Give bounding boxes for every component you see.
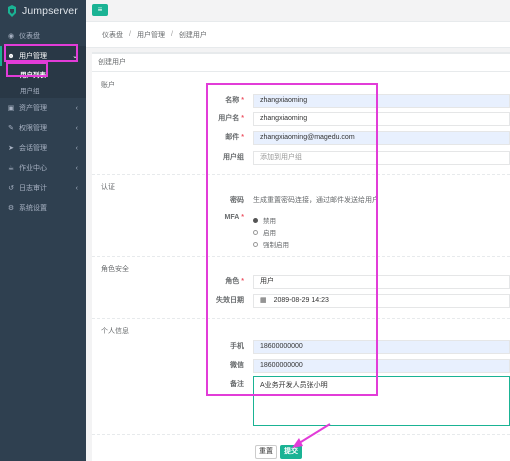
sidebar-item-sessions[interactable]: ➤ 会话管理 ‹ — [0, 138, 86, 158]
radio-dot — [253, 217, 258, 223]
chevron-left-icon: ‹ — [75, 144, 78, 152]
submit-button[interactable]: 提交 — [280, 445, 302, 459]
section-title-account: 账户 — [101, 82, 115, 89]
user-group-select[interactable]: 添加到用户组 — [253, 151, 510, 165]
sidebar-item-assets[interactable]: ▣ 资产管理 ‹ — [0, 98, 86, 118]
sidebar-item-dashboard[interactable]: ◉ 仪表盘 — [0, 26, 86, 46]
app-name: Jumpserver — [22, 5, 78, 17]
breadcrumb-item-dashboard[interactable]: 仪表盘 — [102, 30, 123, 40]
gears-icon: ⚙ — [7, 205, 15, 212]
sidebar-item-label: 用户管理 — [19, 53, 47, 60]
sidebar-item-label: 日志审计 — [19, 185, 47, 192]
breadcrumb-item-users[interactable]: 用户管理 — [137, 30, 165, 40]
wechat-row: 微信 18600000000 — [92, 359, 510, 373]
history-icon: ↺ — [8, 185, 14, 192]
chevron-left-icon: ‹ — [75, 184, 78, 192]
sidebar: Jumpserver ◉ 仪表盘 ☻ 用户管理 ⌄ 用户列表 用户组 ▣ 资产管… — [0, 0, 86, 461]
breadcrumb-separator: / — [170, 31, 173, 38]
sidebar-item-audit[interactable]: ↺ 日志审计 ‹ — [0, 178, 86, 198]
comment-textarea[interactable]: A业务开发人员张小明 — [253, 376, 510, 426]
phone-input[interactable]: 18600000000 — [253, 340, 510, 354]
sidebar-item-jobs[interactable]: ☕ 作业中心 ‹ — [0, 158, 86, 178]
password-row: 密码 生成重置密码连接，通过邮件发送给用户 — [92, 194, 510, 208]
expire-label: 失效日期 — [216, 297, 244, 304]
wechat-label: 微信 — [230, 362, 244, 369]
role-label: 角色 * — [225, 278, 244, 285]
group-row: 用户组 添加到用户组 — [92, 151, 510, 165]
send-icon: ➤ — [8, 145, 14, 152]
section-divider — [92, 434, 510, 435]
panel-title: 创建用户 — [92, 54, 510, 72]
edit-icon: ✎ — [8, 125, 14, 132]
sidebar-subitem-user-group[interactable]: 用户组 — [0, 82, 86, 98]
coffee-icon: ☕ — [7, 165, 15, 172]
hamburger-icon[interactable]: ≡ — [92, 4, 108, 16]
expire-date-input[interactable]: ▦ 2089-08-29 14:23 — [253, 294, 510, 308]
topbar: ≡ — [86, 0, 510, 22]
sidebar-item-label: 资产管理 — [19, 105, 47, 112]
section-divider — [92, 318, 510, 319]
name-label: 名称 * — [225, 97, 244, 104]
email-input[interactable]: zhangxiaoming@magedu.com — [253, 131, 510, 145]
wechat-input[interactable]: 18600000000 — [253, 359, 510, 373]
sidebar-item-label: 会话管理 — [19, 145, 47, 152]
dashboard-icon: ◉ — [7, 33, 15, 40]
section-divider — [92, 174, 510, 175]
comment-label: 备注 — [230, 381, 244, 388]
mfa-label: MFA * — [224, 214, 244, 221]
username-input[interactable]: zhangxiaoming — [253, 112, 510, 126]
username-label: 用户名 * — [218, 115, 244, 122]
role-select[interactable]: 用户 — [253, 275, 510, 289]
sidebar-item-perms[interactable]: ✎ 权限管理 ‹ — [0, 118, 86, 138]
jumpserver-logo-icon — [8, 5, 16, 17]
expire-row: 失效日期 ▦ 2089-08-29 14:23 — [92, 294, 510, 308]
mfa-disabled-radio[interactable]: 禁用 — [253, 215, 276, 225]
chevron-left-icon: ‹ — [75, 164, 78, 172]
sidebar-item-label: 系统设置 — [19, 205, 47, 212]
phone-row: 手机 18600000000 — [92, 340, 510, 354]
breadcrumb: 仪表盘 / 用户管理 / 创建用户 — [86, 22, 510, 48]
chevron-left-icon: ‹ — [75, 124, 78, 132]
password-hint: 生成重置密码连接，通过邮件发送给用户 — [253, 197, 379, 204]
section-divider — [92, 256, 510, 257]
users-icon: ☻ — [7, 52, 15, 60]
mfa-forced-radio[interactable]: 强制启用 — [253, 239, 289, 249]
sidebar-item-users[interactable]: ☻ 用户管理 ⌄ — [0, 46, 86, 66]
chevron-down-icon: ⌄ — [72, 53, 78, 60]
sidebar-subitem-user-list[interactable]: 用户列表 — [0, 66, 86, 82]
breadcrumb-item-current: 创建用户 — [178, 31, 207, 39]
sidebar-item-label: 作业中心 — [19, 165, 47, 172]
chevron-left-icon: ‹ — [75, 104, 78, 112]
create-user-panel: 创建用户 账户 名称 * zhangxiaoming 用户名 * zhangxiao… — [92, 52, 510, 461]
breadcrumb-separator: / — [129, 31, 131, 38]
password-label: 密码 — [230, 197, 244, 204]
section-title-auth: 认证 — [101, 184, 115, 191]
name-input[interactable]: zhangxiaoming — [253, 94, 510, 108]
sidebar-submenu-users: 用户列表 用户组 — [0, 66, 86, 98]
section-title-profile: 个人信息 — [101, 328, 129, 335]
email-label: 邮件 * — [225, 134, 244, 141]
sidebar-item-settings[interactable]: ⚙ 系统设置 — [0, 198, 86, 218]
group-label: 用户组 — [223, 154, 244, 161]
section-title-role-security: 角色安全 — [101, 266, 129, 273]
inbox-icon: ▣ — [7, 105, 15, 112]
username-row: 用户名 * zhangxiaoming — [92, 112, 510, 126]
sidebar-item-label: 权限管理 — [19, 125, 47, 132]
radio-dot — [253, 229, 258, 235]
logo[interactable]: Jumpserver — [0, 0, 86, 22]
mfa-row: MFA * — [92, 211, 510, 225]
phone-label: 手机 — [230, 343, 244, 350]
role-row: 角色 * 用户 — [92, 275, 510, 289]
email-row: 邮件 * zhangxiaoming@magedu.com — [92, 131, 510, 145]
sidebar-item-label: 仪表盘 — [19, 33, 40, 40]
calendar-icon: ▦ — [260, 297, 267, 304]
sidebar-nav: ◉ 仪表盘 ☻ 用户管理 ⌄ 用户列表 用户组 ▣ 资产管理 ‹ ✎ 权限管理 … — [0, 26, 86, 218]
name-row: 名称 * zhangxiaoming — [92, 94, 510, 108]
reset-button[interactable]: 重置 — [255, 445, 277, 459]
radio-dot — [253, 241, 258, 247]
mfa-enabled-radio[interactable]: 启用 — [253, 227, 276, 237]
